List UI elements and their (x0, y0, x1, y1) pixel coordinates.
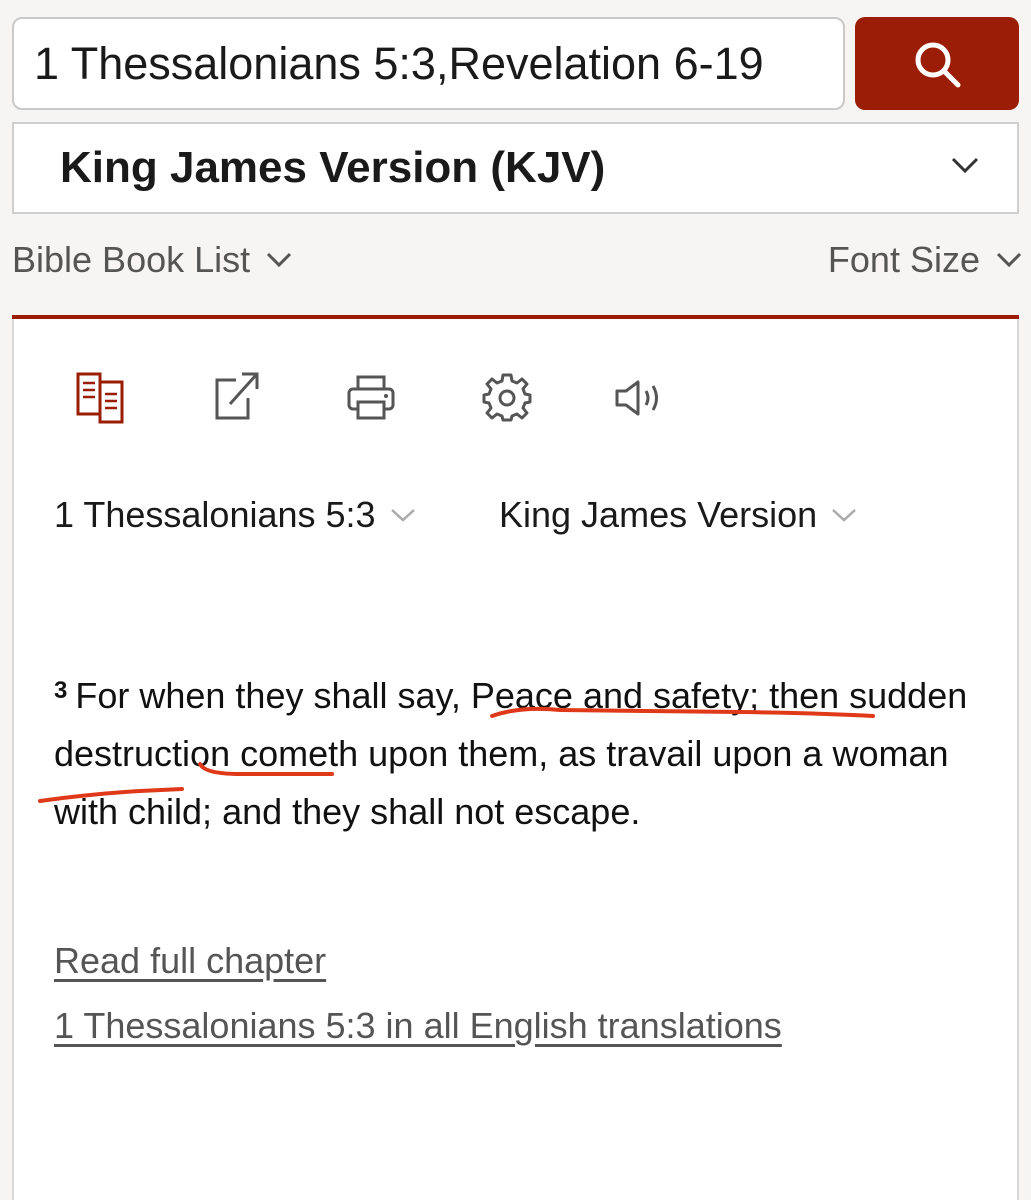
search-button[interactable] (855, 17, 1019, 110)
settings-icon[interactable] (482, 372, 532, 422)
read-full-chapter-link[interactable]: Read full chapter (54, 940, 326, 982)
chevron-down-icon (267, 252, 292, 268)
bible-book-list-label: Bible Book List (12, 239, 251, 280)
font-size-label: Font Size (827, 239, 980, 280)
verse-text: 3 For when they shall say, Peace and safe… (54, 662, 984, 841)
chevron-down-icon (832, 509, 857, 522)
font-size-toggle[interactable]: Font Size (828, 239, 1022, 281)
all-translations-link[interactable]: 1 Thessalonians 5:3 in all English trans… (54, 1005, 782, 1047)
chevron-down-icon (390, 509, 415, 522)
reference-select[interactable]: 1 Thessalonians 5:3 (54, 494, 416, 536)
audio-icon[interactable] (614, 378, 668, 418)
passage-version-select[interactable]: King James Version (499, 494, 857, 536)
print-icon[interactable] (346, 374, 396, 422)
search-icon (915, 42, 961, 87)
parallel-view-icon[interactable] (76, 370, 126, 426)
subnav: Bible Book List Font Size (12, 232, 1022, 288)
bible-book-list-toggle[interactable]: Bible Book List (12, 239, 292, 281)
reference-label: 1 Thessalonians 5:3 (54, 494, 376, 535)
version-select[interactable]: King James Version (KJV) (12, 122, 1019, 214)
verse-text-part1: For when they shall say, (75, 675, 471, 716)
verse-number: 3 (54, 677, 68, 704)
external-link-icon[interactable] (214, 370, 260, 422)
passage-version-label: King James Version (499, 494, 818, 535)
chevron-down-icon (996, 252, 1022, 268)
chevron-down-icon (951, 157, 979, 174)
version-select-label: King James Version (KJV) (60, 143, 606, 192)
search-input[interactable]: 1 Thessalonians 5:3,Revelation 6-19 (12, 17, 845, 110)
